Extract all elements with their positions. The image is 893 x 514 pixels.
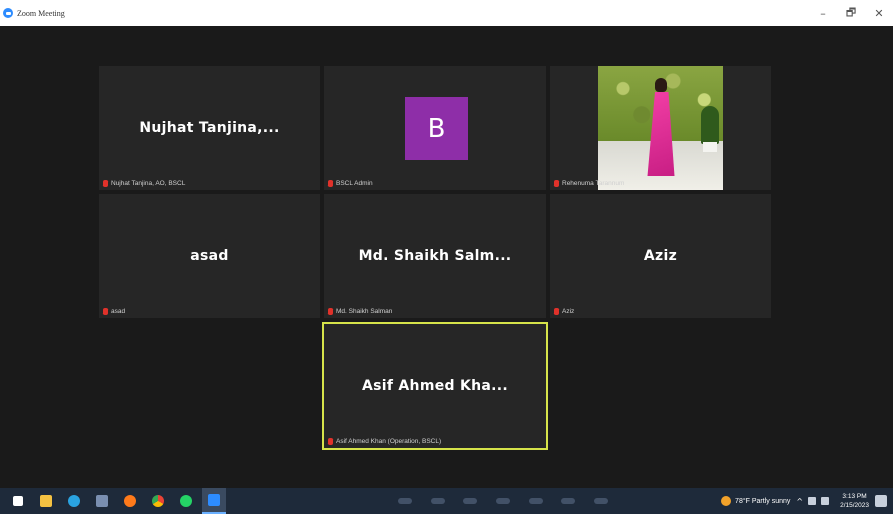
participant-name: Asif Ahmed Khan (Operation, BSCL) [336, 438, 442, 445]
control-pill[interactable] [593, 498, 608, 504]
telegram-icon[interactable] [62, 488, 86, 514]
clock-time: 3:13 PM [842, 493, 867, 500]
whatsapp-icon[interactable] [174, 488, 198, 514]
chrome-icon[interactable] [146, 488, 170, 514]
title-bar: Zoom Meeting – 🗗 ✕ [0, 0, 893, 26]
participant-tile[interactable]: Nujhat Tanjina,... Nujhat Tanjina, AO, B… [99, 66, 320, 190]
participant-display-name: Asif Ahmed Kha... [361, 378, 509, 394]
muted-mic-icon [554, 180, 559, 187]
participant-display-name: Nujhat Tanjina,... [139, 120, 280, 136]
file-explorer-icon[interactable] [34, 488, 58, 514]
person-figure [646, 78, 676, 176]
participant-label: Md. Shaikh Salman [328, 308, 392, 315]
control-pill[interactable] [495, 498, 510, 504]
participant-name: Nujhat Tanjina, AO, BSCL [111, 180, 186, 187]
participant-label: Aziz [554, 308, 574, 315]
participant-tile[interactable]: B BSCL Admin [324, 66, 546, 190]
show-hidden-icons-icon[interactable]: ^ [796, 497, 803, 506]
control-pill[interactable] [463, 498, 478, 504]
avatar: B [405, 97, 468, 160]
control-pill[interactable] [398, 498, 412, 504]
participant-name: BSCL Admin [336, 180, 373, 187]
muted-mic-icon [328, 438, 333, 445]
zoom-window: Zoom Meeting – 🗗 ✕ Nujhat Tanjina,... Nu… [0, 0, 893, 514]
participant-name: asad [111, 308, 126, 315]
system-clock[interactable]: 3:13 PM 2/15/2023 [840, 492, 869, 510]
participant-label: Asif Ahmed Khan (Operation, BSCL) [328, 438, 441, 445]
plant-shape [701, 106, 719, 144]
muted-mic-icon [554, 308, 559, 315]
participant-name: Aziz [562, 308, 575, 315]
participant-tile[interactable]: Md. Shaikh Salm... Md. Shaikh Salman [324, 194, 546, 318]
network-icon[interactable] [808, 497, 817, 505]
head-shape [655, 78, 667, 92]
gallery-view: Nujhat Tanjina,... Nujhat Tanjina, AO, B… [0, 26, 893, 488]
participant-label: asad [103, 308, 125, 315]
weather-icon[interactable] [721, 496, 732, 506]
participant-display-name: asad [190, 248, 229, 264]
volume-icon[interactable] [821, 497, 830, 505]
control-pill[interactable] [528, 498, 543, 504]
participant-tile[interactable]: Rehenuma Tarannum [550, 66, 771, 190]
muted-mic-icon [328, 308, 333, 315]
participant-tile[interactable]: Aziz Aziz [550, 194, 771, 318]
participant-label: BSCL Admin [328, 180, 373, 187]
minimize-button[interactable]: – [809, 0, 837, 26]
participant-name: Md. Shaikh Salman [336, 308, 393, 315]
window-title: Zoom Meeting [17, 8, 65, 18]
zoom-logo-icon [3, 8, 13, 18]
participant-label: Nujhat Tanjina, AO, BSCL [103, 180, 185, 187]
restore-button[interactable]: 🗗 [837, 0, 865, 26]
muted-mic-icon [103, 308, 108, 315]
meeting-controls-strip[interactable] [398, 492, 608, 510]
active-speaker-tile[interactable]: Asif Ahmed Kha... Asif Ahmed Khan (Opera… [322, 322, 548, 450]
control-pill[interactable] [430, 498, 445, 504]
clock-date: 2/15/2023 [840, 502, 869, 509]
window-controls: – 🗗 ✕ [809, 0, 893, 26]
participant-display-name: Md. Shaikh Salm... [358, 248, 512, 264]
control-pill[interactable] [561, 498, 576, 504]
participant-video [598, 66, 723, 190]
windows-start-icon[interactable] [6, 488, 30, 514]
folder-icon[interactable] [90, 488, 114, 514]
participant-tile[interactable]: asad asad [99, 194, 320, 318]
weather-text[interactable]: 78°F Partly sunny [735, 498, 790, 505]
participant-display-name: Aziz [643, 248, 678, 264]
pot-shape [703, 142, 717, 152]
close-button[interactable]: ✕ [865, 0, 893, 26]
muted-mic-icon [103, 180, 108, 187]
notification-icon[interactable] [875, 495, 887, 507]
firefox-icon[interactable] [118, 488, 142, 514]
system-tray: 78°F Partly sunny ^ 3:13 PM 2/15/2023 [721, 488, 893, 514]
zoom-icon[interactable] [202, 488, 226, 514]
dress-shape [647, 92, 675, 176]
muted-mic-icon [328, 180, 333, 187]
participant-name: Rehenuma Tarannum [562, 180, 625, 187]
participant-label: Rehenuma Tarannum [554, 180, 624, 187]
